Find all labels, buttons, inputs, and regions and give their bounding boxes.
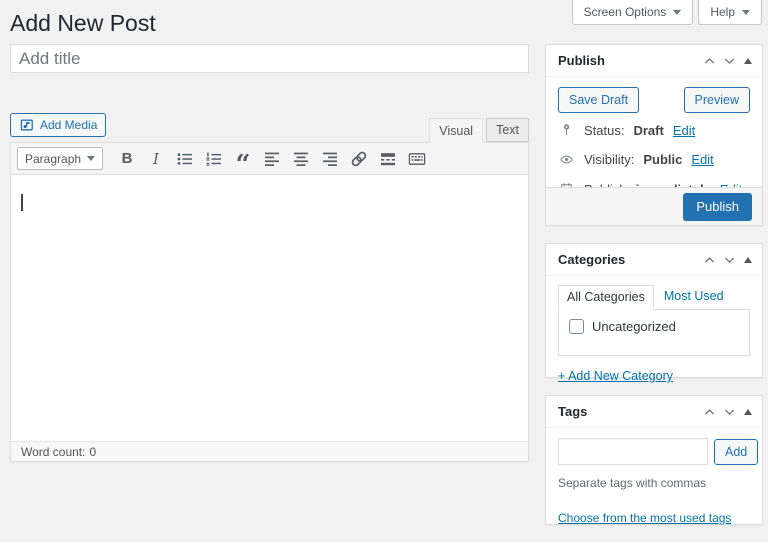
align-center-icon bbox=[291, 149, 311, 169]
editor-statusbar: Word count: 0 bbox=[11, 441, 528, 461]
align-right-icon bbox=[320, 149, 340, 169]
text-cursor bbox=[21, 194, 23, 211]
paragraph-format-label: Paragraph bbox=[25, 152, 81, 166]
categories-panel: Categories All Categories Most Used Unca… bbox=[545, 243, 763, 378]
categories-panel-title: Categories bbox=[558, 252, 625, 267]
panel-handle-actions bbox=[704, 256, 752, 264]
panel-handle-actions bbox=[704, 57, 752, 65]
new-tag-input[interactable] bbox=[558, 438, 708, 465]
category-item-label: Uncategorized bbox=[592, 319, 676, 334]
publish-panel-title: Publish bbox=[558, 53, 605, 68]
move-up-icon[interactable] bbox=[704, 57, 715, 65]
tab-visual[interactable]: Visual bbox=[429, 118, 483, 143]
move-up-icon[interactable] bbox=[704, 408, 715, 416]
bullet-list-icon bbox=[175, 149, 195, 169]
category-item-uncategorized[interactable]: Uncategorized bbox=[569, 319, 749, 334]
tags-body: Add Separate tags with commas Choose fro… bbox=[546, 428, 762, 535]
publish-panel: Publish Save Draft Preview Status: Draft… bbox=[545, 44, 763, 226]
post-title-input[interactable] bbox=[10, 44, 529, 73]
uncategorized-checkbox[interactable] bbox=[569, 319, 584, 334]
page-title: Add New Post bbox=[10, 9, 156, 39]
post-visibility-row: Visibility: Public Edit bbox=[546, 145, 762, 174]
toolbar-toggle-button[interactable] bbox=[404, 147, 430, 171]
tags-panel-title: Tags bbox=[558, 404, 587, 419]
paragraph-format-select[interactable]: Paragraph bbox=[17, 147, 103, 170]
publish-button[interactable]: Publish bbox=[683, 193, 752, 221]
add-new-post-page: Screen Options Help Add New Post Add Med… bbox=[0, 0, 768, 542]
collapse-toggle-icon[interactable] bbox=[744, 257, 752, 263]
bullet-list-button[interactable] bbox=[172, 147, 198, 171]
tags-panel: Tags Add Separate tags with commas Choos… bbox=[545, 395, 763, 525]
tab-all-categories[interactable]: All Categories bbox=[558, 285, 654, 310]
blockquote-button[interactable]: “ bbox=[230, 147, 256, 171]
editor-mode-tabs: Visual Text bbox=[10, 118, 529, 143]
post-status-row: Status: Draft Edit bbox=[546, 115, 762, 145]
align-center-button[interactable] bbox=[288, 147, 314, 171]
help-button[interactable]: Help bbox=[698, 0, 762, 25]
panel-handle-actions bbox=[704, 408, 752, 416]
chevron-down-icon bbox=[742, 10, 750, 15]
tags-panel-header[interactable]: Tags bbox=[546, 396, 762, 428]
category-tabs: All Categories Most Used bbox=[558, 285, 750, 309]
categories-panel-header[interactable]: Categories bbox=[546, 244, 762, 276]
screen-options-label: Screen Options bbox=[584, 5, 667, 19]
read-more-button[interactable] bbox=[375, 147, 401, 171]
choose-most-used-tags-link[interactable]: Choose from the most used tags bbox=[558, 511, 731, 525]
italic-button[interactable]: I bbox=[143, 147, 169, 171]
save-draft-button[interactable]: Save Draft bbox=[558, 87, 639, 113]
bold-icon: B bbox=[122, 150, 133, 167]
post-content-editor: Paragraph B I “ bbox=[10, 142, 529, 462]
publish-panel-header[interactable]: Publish bbox=[546, 45, 762, 77]
publish-minor-actions: Save Draft Preview bbox=[546, 77, 762, 115]
tab-visual-label: Visual bbox=[439, 124, 473, 138]
status-label: Status: bbox=[584, 123, 624, 138]
move-down-icon[interactable] bbox=[724, 408, 735, 416]
align-right-button[interactable] bbox=[317, 147, 343, 171]
visibility-label: Visibility: bbox=[584, 152, 634, 167]
add-tag-button[interactable]: Add bbox=[714, 439, 758, 465]
move-down-icon[interactable] bbox=[724, 256, 735, 264]
move-up-icon[interactable] bbox=[704, 256, 715, 264]
link-icon bbox=[349, 149, 369, 169]
edit-visibility-link[interactable]: Edit bbox=[691, 152, 713, 167]
keyboard-icon bbox=[407, 149, 427, 169]
word-count-value: 0 bbox=[89, 445, 96, 459]
align-left-icon bbox=[262, 149, 282, 169]
insert-link-button[interactable] bbox=[346, 147, 372, 171]
blockquote-icon: “ bbox=[236, 160, 251, 170]
chevron-down-icon bbox=[673, 10, 681, 15]
italic-icon: I bbox=[153, 150, 159, 168]
screen-meta-links: Screen Options Help bbox=[572, 0, 762, 25]
category-checklist: Uncategorized bbox=[558, 309, 750, 356]
tags-input-row: Add bbox=[558, 438, 750, 465]
read-more-icon bbox=[378, 149, 398, 169]
word-count-label: Word count: bbox=[21, 445, 85, 459]
edit-status-link[interactable]: Edit bbox=[673, 123, 695, 138]
status-value: Draft bbox=[633, 123, 663, 138]
visibility-value: Public bbox=[643, 152, 682, 167]
editor-content-area[interactable] bbox=[11, 175, 528, 441]
chevron-down-icon bbox=[87, 156, 95, 161]
move-down-icon[interactable] bbox=[724, 57, 735, 65]
eye-visibility-icon bbox=[558, 152, 575, 167]
numbered-list-button[interactable] bbox=[201, 147, 227, 171]
preview-button[interactable]: Preview bbox=[684, 87, 750, 113]
numbered-list-icon bbox=[204, 149, 224, 169]
categories-body: All Categories Most Used Uncategorized +… bbox=[546, 276, 762, 383]
publish-major-actions: Publish bbox=[546, 187, 762, 225]
collapse-toggle-icon[interactable] bbox=[744, 409, 752, 415]
screen-options-button[interactable]: Screen Options bbox=[572, 0, 694, 25]
tab-text-label: Text bbox=[496, 123, 519, 137]
editor-toolbar: Paragraph B I “ bbox=[11, 143, 528, 175]
align-left-button[interactable] bbox=[259, 147, 285, 171]
help-label: Help bbox=[710, 5, 735, 19]
pin-status-icon bbox=[558, 122, 575, 138]
collapse-toggle-icon[interactable] bbox=[744, 58, 752, 64]
bold-button[interactable]: B bbox=[114, 147, 140, 171]
tab-most-used[interactable]: Most Used bbox=[654, 285, 734, 309]
tab-text[interactable]: Text bbox=[486, 118, 529, 142]
tags-help-text: Separate tags with commas bbox=[558, 476, 750, 490]
add-new-category-link[interactable]: + Add New Category bbox=[558, 369, 673, 383]
